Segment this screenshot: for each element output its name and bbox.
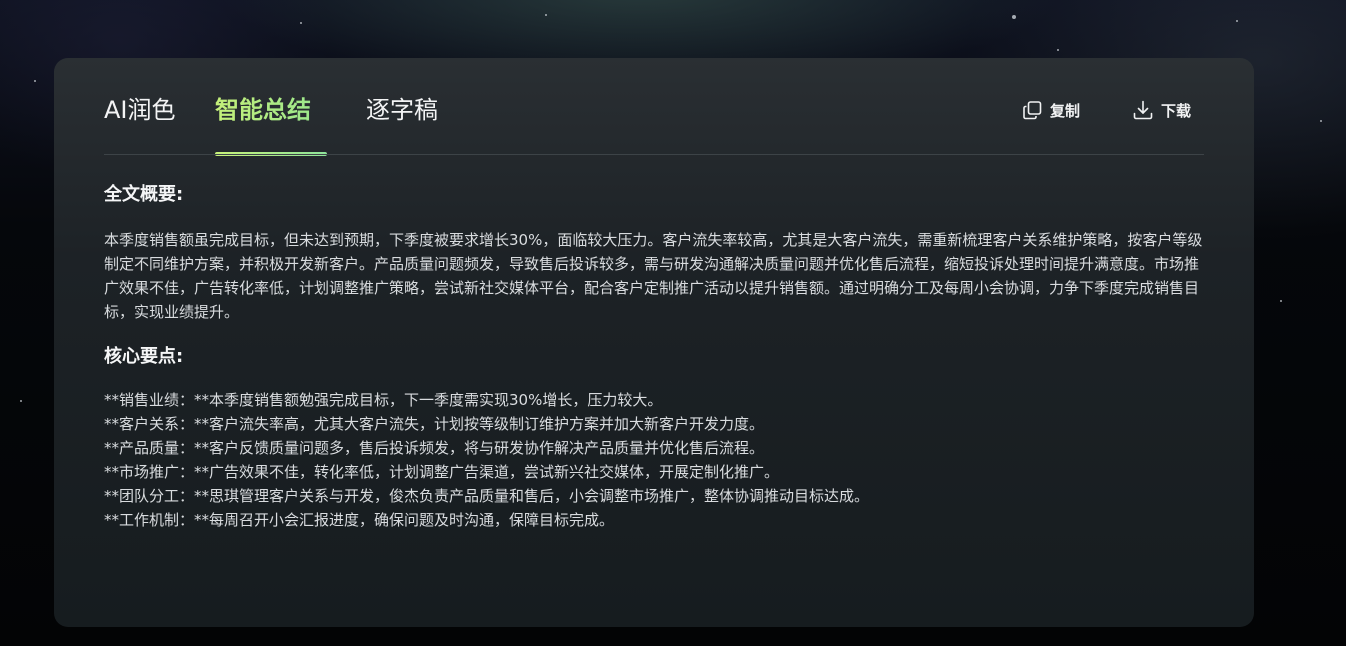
key-point-item: **客户关系：**客户流失率高，尤其大客户流失，计划按等级制订维护方案并加大新客… xyxy=(104,415,765,433)
key-point-item: **工作机制：**每周召开小会汇报进度，确保问题及时沟通，保障目标完成。 xyxy=(104,511,615,529)
key-point-item: **销售业绩：**本季度销售额勉强完成目标，下一季度需实现30%增长，压力较大。 xyxy=(104,391,663,409)
copy-label: 复制 xyxy=(1050,101,1081,120)
star-decoration xyxy=(1320,120,1322,122)
star-decoration xyxy=(545,14,547,16)
summary-text: 本季度销售额虽完成目标，但未达到预期，下季度被要求增长30%，面临较大压力。客户… xyxy=(104,231,1203,321)
key-point-item: **市场推广：**广告效果不佳，转化率低，计划调整广告渠道，尝试新兴社交媒体，开… xyxy=(104,463,780,481)
tab-transcript[interactable]: 逐字稿 xyxy=(366,92,438,128)
tab-smart-summary[interactable]: 智能总结 xyxy=(215,92,311,128)
key-points-title: 核心要点: xyxy=(104,346,184,367)
header-divider xyxy=(104,154,1204,155)
star-decoration xyxy=(1280,300,1282,302)
key-point-item: **产品质量：**客户反馈质量问题多，售后投诉频发，将与研发协作解决产品质量并优… xyxy=(104,439,765,457)
star-decoration xyxy=(1057,49,1059,51)
key-points-list: **销售业绩：**本季度销售额勉强完成目标，下一季度需实现30%增长，压力较大。… xyxy=(104,388,1204,532)
download-label: 下载 xyxy=(1161,101,1192,120)
star-decoration xyxy=(20,400,22,402)
star-decoration xyxy=(1236,20,1238,22)
summary-panel: AI润色 智能总结 逐字稿 复制 下载 全文概要: 本季度销售额虽完成目标，但未… xyxy=(54,58,1254,627)
key-point-item: **团队分工：**思琪管理客户关系与开发，俊杰负责产品质量和售后，小会调整市场推… xyxy=(104,487,870,505)
tab-ai-polish[interactable]: AI润色 xyxy=(104,92,176,128)
download-button[interactable]: 下载 xyxy=(1132,98,1191,122)
summary-title: 全文概要: xyxy=(104,184,184,205)
star-decoration xyxy=(1012,15,1016,19)
download-icon xyxy=(1132,99,1161,121)
copy-icon xyxy=(1022,100,1050,121)
copy-button[interactable]: 复制 xyxy=(1022,98,1080,122)
star-decoration xyxy=(34,80,36,82)
star-decoration xyxy=(300,22,302,24)
